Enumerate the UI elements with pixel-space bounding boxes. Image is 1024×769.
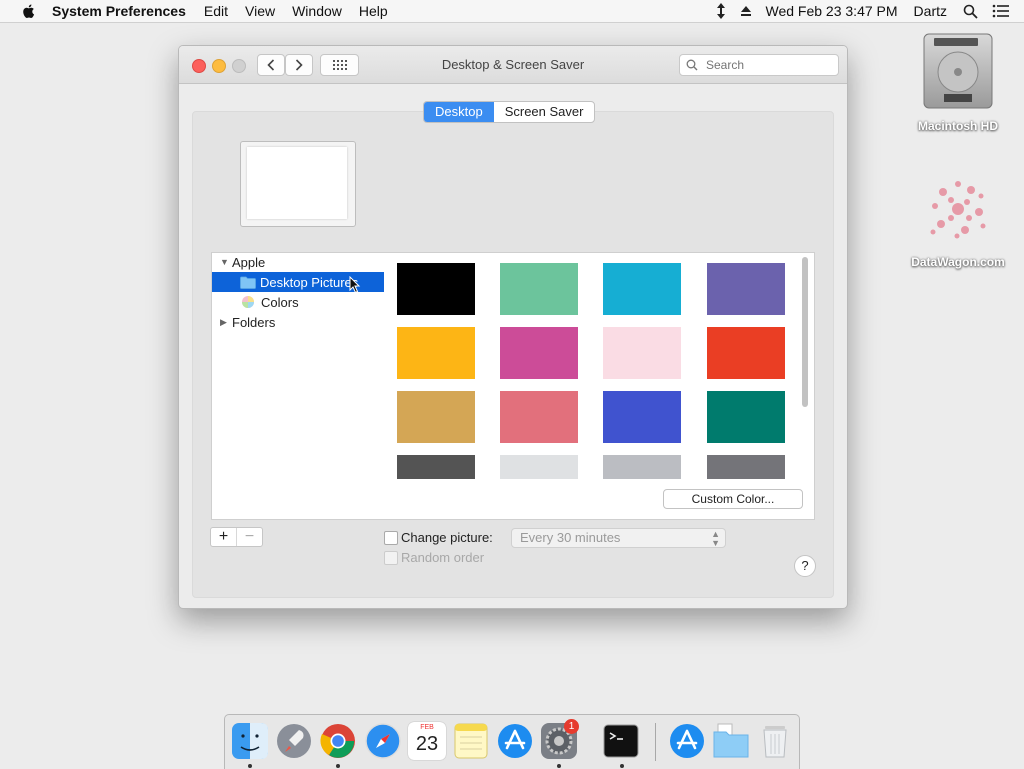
dock: FEB 23 1 [224, 714, 800, 769]
color-swatch[interactable] [603, 263, 681, 315]
popup-arrows-icon: ▲ ▼ [711, 529, 720, 548]
tab-bar: Desktop Screen Saver [423, 101, 596, 123]
tab-desktop[interactable]: Desktop [424, 102, 494, 122]
desktop-preview [240, 141, 356, 227]
color-swatch[interactable] [707, 455, 785, 479]
spotlight-search-icon[interactable] [963, 4, 978, 19]
color-swatch[interactable] [397, 455, 475, 479]
desktop-icon-label: DataWagon.com [911, 255, 1005, 269]
app-store-icon[interactable] [496, 722, 534, 760]
color-swatch[interactable] [603, 455, 681, 479]
search-icon [686, 59, 698, 71]
downloads-folder-icon[interactable] [712, 722, 750, 760]
source-item-label: Desktop Pictures [260, 274, 359, 290]
disclosure-triangle-right-icon[interactable]: ▶ [220, 317, 230, 328]
color-swatch[interactable] [500, 455, 578, 479]
color-wheel-icon [242, 296, 254, 308]
applications-folder-icon[interactable] [668, 722, 706, 760]
source-item-label: Folders [232, 314, 276, 330]
random-order-checkbox[interactable] [384, 551, 398, 565]
color-swatch[interactable] [500, 391, 578, 443]
disclosure-triangle-down-icon[interactable]: ▼ [220, 257, 230, 267]
desktop-icon-macintosh-hd[interactable]: Macintosh HD [903, 32, 1013, 133]
source-list: ▼ Apple Desktop Pictures Colors ▶ Folder… [211, 252, 385, 520]
source-item-colors[interactable]: Colors [212, 292, 384, 312]
eject-icon[interactable] [740, 5, 752, 17]
color-swatch[interactable] [500, 327, 578, 379]
tab-screen-saver[interactable]: Screen Saver [494, 102, 595, 122]
color-swatch[interactable] [397, 263, 475, 315]
source-item-desktop-pictures[interactable]: Desktop Pictures [212, 272, 384, 294]
color-swatch[interactable] [707, 391, 785, 443]
search-input[interactable] [704, 57, 828, 73]
desktop-icon-label: Macintosh HD [917, 119, 998, 133]
change-interval-popup[interactable]: Every 30 minutes ▲ ▼ [511, 528, 726, 548]
calendar-icon[interactable]: FEB 23 [408, 722, 446, 760]
menu-user[interactable]: Dartz [914, 3, 947, 19]
source-item-folders[interactable]: ▶ Folders [212, 312, 384, 332]
calendar-day: 23 [415, 733, 439, 755]
color-swatch[interactable] [707, 327, 785, 379]
source-item-label: Colors [261, 294, 299, 310]
change-picture-checkbox[interactable] [384, 531, 398, 545]
scrollbar[interactable] [802, 257, 808, 407]
change-picture-label: Change picture: [401, 530, 493, 545]
notification-badge: 1 [564, 719, 579, 734]
finder-icon[interactable] [231, 722, 269, 760]
desktop-preview-image [247, 147, 347, 219]
terminal-icon[interactable] [602, 722, 640, 760]
running-indicator [248, 764, 252, 768]
color-swatch[interactable] [603, 327, 681, 379]
color-swatch-grid: Custom Color... [384, 252, 815, 520]
random-order-label: Random order [401, 550, 485, 565]
hard-drive-icon [923, 33, 993, 109]
desktop-screensaver-window: Desktop & Screen Saver Desktop Screen Sa… [178, 45, 848, 609]
source-item-label: Apple [232, 254, 266, 270]
remove-folder-button[interactable]: − [236, 528, 262, 546]
help-button[interactable]: ? [794, 555, 816, 577]
desktop-icon-datawagon[interactable]: DataWagon.com [903, 172, 1013, 269]
color-swatch[interactable] [603, 391, 681, 443]
menu-edit[interactable]: Edit [204, 3, 228, 19]
dock-separator [655, 723, 656, 761]
running-indicator [557, 764, 561, 768]
menu-help[interactable]: Help [359, 3, 388, 19]
color-swatch[interactable] [707, 263, 785, 315]
folder-icon [240, 276, 256, 289]
menu-view[interactable]: View [245, 3, 275, 19]
notes-icon[interactable] [452, 722, 490, 760]
menu-clock[interactable]: Wed Feb 23 3:47 PM [766, 3, 898, 19]
running-indicator [336, 764, 340, 768]
add-folder-button[interactable]: + [211, 528, 236, 546]
menu-app-name[interactable]: System Preferences [52, 3, 186, 19]
menu-window[interactable]: Window [292, 3, 342, 19]
add-remove-buttons: + − [210, 527, 263, 547]
chrome-icon[interactable] [319, 722, 357, 760]
source-item-apple[interactable]: ▼ Apple [212, 252, 384, 272]
menu-bar: System Preferences Edit View Window Help… [0, 0, 1024, 23]
notification-center-icon[interactable] [992, 4, 1010, 18]
color-swatch[interactable] [397, 391, 475, 443]
safari-icon[interactable] [364, 722, 402, 760]
change-interval-value: Every 30 minutes [520, 530, 621, 545]
trash-icon[interactable] [756, 722, 794, 760]
search-field[interactable] [679, 54, 839, 76]
color-swatch[interactable] [397, 327, 475, 379]
running-indicator [620, 764, 624, 768]
pink-flower-file-icon [930, 181, 986, 239]
apple-menu-icon[interactable] [20, 2, 38, 20]
scroll-arrows-icon[interactable] [716, 3, 726, 19]
launchpad-icon[interactable] [275, 722, 313, 760]
calendar-month: FEB [420, 724, 434, 731]
title-bar[interactable]: Desktop & Screen Saver [179, 46, 847, 84]
color-swatch[interactable] [500, 263, 578, 315]
custom-color-button[interactable]: Custom Color... [663, 489, 803, 509]
